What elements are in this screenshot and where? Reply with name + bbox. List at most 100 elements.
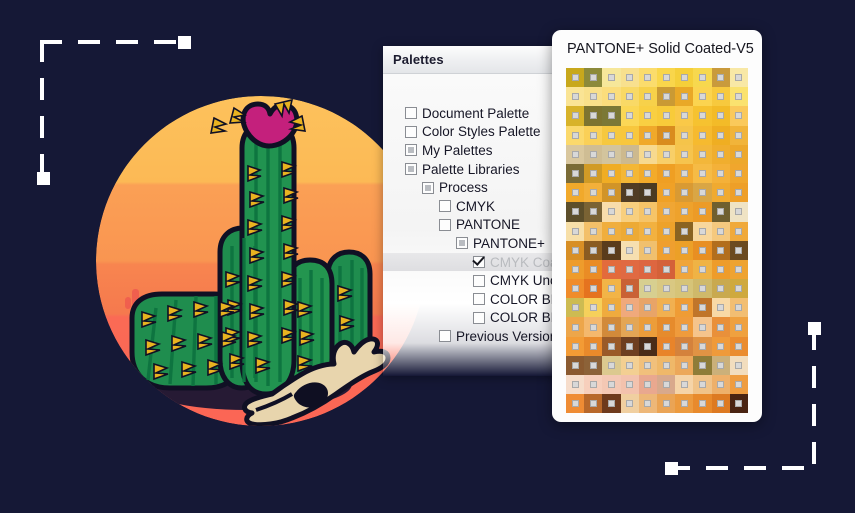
selection-handle-top-right-2[interactable] (808, 322, 821, 335)
color-swatch[interactable] (620, 394, 639, 413)
color-swatch[interactable] (729, 355, 748, 375)
color-swatch[interactable] (602, 221, 621, 241)
color-swatch[interactable] (675, 279, 694, 299)
cactus-desert-illustration[interactable] (96, 96, 426, 426)
color-swatch[interactable] (656, 68, 676, 88)
color-swatch[interactable] (729, 125, 748, 145)
palette-checkbox[interactable] (456, 237, 468, 250)
palette-checkbox[interactable] (473, 311, 485, 324)
color-swatch[interactable] (656, 375, 676, 395)
color-swatch[interactable] (584, 144, 603, 164)
color-swatch[interactable] (711, 279, 730, 299)
color-swatch[interactable] (620, 375, 639, 395)
color-swatch[interactable] (566, 298, 585, 318)
color-swatch[interactable] (638, 87, 657, 107)
color-swatch[interactable] (729, 298, 748, 318)
color-swatch[interactable] (729, 144, 748, 164)
color-swatch[interactable] (638, 106, 657, 126)
color-swatch[interactable] (656, 336, 676, 356)
color-swatch[interactable] (693, 394, 712, 413)
color-swatch[interactable] (656, 259, 676, 280)
color-swatch[interactable] (693, 355, 712, 375)
palette-checkbox[interactable] (473, 274, 485, 287)
color-swatch[interactable] (656, 106, 676, 126)
color-swatch[interactable] (638, 221, 657, 241)
color-swatch[interactable] (729, 336, 748, 356)
color-swatch[interactable] (602, 336, 621, 356)
color-swatch[interactable] (620, 68, 639, 88)
color-swatch[interactable] (602, 68, 621, 88)
color-swatch[interactable] (584, 279, 603, 299)
color-swatch[interactable] (620, 202, 639, 222)
color-swatch[interactable] (693, 163, 712, 184)
palette-checkbox[interactable] (439, 330, 451, 343)
color-swatch[interactable] (675, 317, 694, 337)
color-swatch[interactable] (711, 298, 730, 318)
color-swatch[interactable] (566, 144, 585, 164)
color-swatch[interactable] (656, 298, 676, 318)
color-swatch[interactable] (566, 317, 585, 337)
color-swatch[interactable] (602, 163, 621, 184)
color-swatch[interactable] (584, 202, 603, 222)
color-swatch[interactable] (693, 106, 712, 126)
color-swatch[interactable] (620, 163, 639, 184)
color-swatch[interactable] (602, 279, 621, 299)
color-swatch[interactable] (584, 183, 603, 203)
color-swatch[interactable] (602, 183, 621, 203)
color-swatch[interactable] (729, 394, 748, 413)
color-swatch[interactable] (638, 394, 657, 413)
palette-checkbox[interactable] (422, 181, 434, 194)
color-swatch[interactable] (584, 106, 603, 126)
color-swatch[interactable] (711, 355, 730, 375)
color-swatch[interactable] (638, 202, 657, 222)
palette-checkbox[interactable] (439, 200, 451, 213)
color-swatch[interactable] (711, 125, 730, 145)
color-swatch[interactable] (602, 125, 621, 145)
color-swatch[interactable] (584, 355, 603, 375)
color-swatch[interactable] (638, 279, 657, 299)
color-swatch[interactable] (729, 375, 748, 395)
selection-handle-bottom-left-2[interactable] (665, 462, 678, 475)
color-swatch[interactable] (638, 336, 657, 356)
color-swatch[interactable] (620, 183, 639, 203)
marquee-right-edge[interactable] (812, 328, 816, 470)
color-swatch[interactable] (693, 317, 712, 337)
color-swatch[interactable] (584, 336, 603, 356)
swatch-grid[interactable] (566, 68, 748, 413)
color-swatch[interactable] (729, 279, 748, 299)
color-swatch[interactable] (656, 202, 676, 222)
palette-checkbox[interactable] (405, 163, 417, 176)
palette-checkbox[interactable] (405, 125, 417, 138)
color-swatch[interactable] (729, 259, 748, 280)
color-swatch[interactable] (566, 202, 585, 222)
color-swatch[interactable] (584, 298, 603, 318)
color-swatch[interactable] (566, 375, 585, 395)
color-swatch[interactable] (711, 163, 730, 184)
color-swatch[interactable] (566, 183, 585, 203)
color-swatch[interactable] (729, 202, 748, 222)
color-swatch[interactable] (675, 125, 694, 145)
color-swatch[interactable] (620, 279, 639, 299)
color-swatch[interactable] (566, 240, 585, 260)
color-swatch[interactable] (602, 298, 621, 318)
color-swatch[interactable] (675, 298, 694, 318)
color-swatch[interactable] (711, 202, 730, 222)
color-swatch[interactable] (638, 68, 657, 88)
color-swatch[interactable] (729, 240, 748, 260)
color-swatch[interactable] (620, 317, 639, 337)
color-swatch[interactable] (638, 183, 657, 203)
color-swatch[interactable] (566, 336, 585, 356)
color-swatch[interactable] (693, 240, 712, 260)
color-swatch[interactable] (693, 87, 712, 107)
color-swatch[interactable] (602, 394, 621, 413)
color-swatch[interactable] (693, 336, 712, 356)
palette-checkbox[interactable] (473, 293, 485, 306)
color-swatch[interactable] (711, 375, 730, 395)
color-swatch[interactable] (602, 240, 621, 260)
color-swatch[interactable] (656, 163, 676, 184)
color-swatch[interactable] (638, 259, 657, 280)
color-swatch[interactable] (711, 336, 730, 356)
color-swatch[interactable] (566, 68, 585, 88)
color-swatch[interactable] (566, 221, 585, 241)
color-swatch[interactable] (711, 221, 730, 241)
